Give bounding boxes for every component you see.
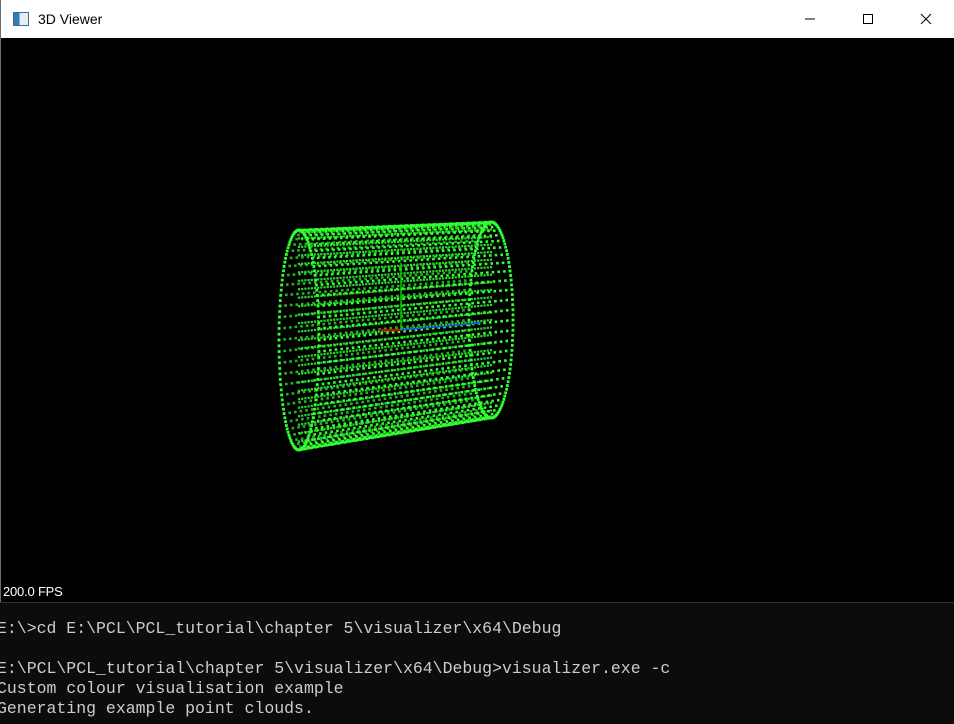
maximize-button[interactable]	[839, 0, 897, 38]
close-icon	[920, 13, 932, 25]
minimize-icon	[805, 18, 815, 20]
console-line: E:\PCL\PCL_tutorial\chapter 5\visualizer…	[0, 659, 671, 678]
3d-render-canvas[interactable]	[1, 38, 954, 602]
console-line: E:\>cd E:\PCL\PCL_tutorial\chapter 5\vis…	[0, 619, 562, 638]
minimize-button[interactable]	[781, 0, 839, 38]
close-button[interactable]	[897, 0, 954, 38]
title-bar[interactable]: 3D Viewer	[1, 0, 954, 38]
point-cloud-cylinder	[277, 220, 515, 452]
maximize-icon	[863, 14, 873, 24]
fps-counter: 200.0 FPS	[3, 584, 63, 599]
console-line: Generating example point clouds.	[0, 699, 314, 718]
caption-buttons	[781, 0, 954, 38]
console-output[interactable]: E:\>cd E:\PCL\PCL_tutorial\chapter 5\vis…	[0, 602, 954, 724]
window-title: 3D Viewer	[38, 11, 103, 27]
app-window-icon	[13, 12, 29, 26]
console-line: Custom colour visualisation example	[0, 679, 344, 698]
viewer-window: 3D Viewer 200.0 FPS	[0, 0, 954, 602]
